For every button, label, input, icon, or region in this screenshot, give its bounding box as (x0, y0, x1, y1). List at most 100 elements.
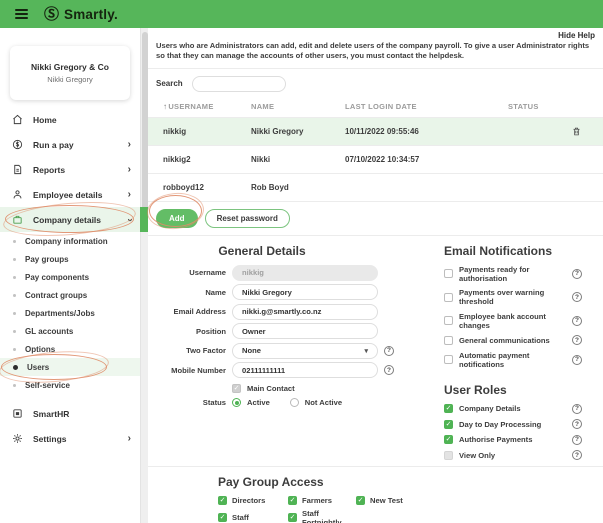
hide-help-link[interactable]: Hide Help (156, 31, 595, 40)
bullet-icon (13, 329, 16, 333)
notification-item: Automatic payment notifications ? (444, 351, 582, 369)
payments-ready-checkbox[interactable] (444, 269, 453, 278)
sidebar-subitem-gl-accounts[interactable]: GL accounts (0, 322, 140, 340)
chevron-right-icon: › (127, 163, 131, 175)
company-details-role-checkbox[interactable]: ✓ (444, 404, 453, 413)
sidebar-item-settings[interactable]: Settings › (0, 426, 140, 451)
sidebar-subitem-company-information[interactable]: Company information (0, 232, 140, 250)
position-field[interactable] (232, 323, 378, 339)
column-header-username[interactable]: ↑USERNAME (163, 102, 251, 111)
subitem-label: Self-service (25, 380, 70, 390)
table-row[interactable]: nikkig2 Nikki 07/10/2022 10:34:57 (148, 144, 603, 173)
automatic-payment-checkbox[interactable] (444, 355, 453, 364)
sidebar-item-label: Settings (33, 433, 67, 444)
pay-group-item: ✓ Staff Fortnightly (288, 508, 342, 523)
sidebar-item-company-details[interactable]: Company details › (0, 207, 148, 232)
subitem-label: Pay groups (25, 254, 69, 264)
help-icon[interactable]: ? (572, 419, 582, 429)
general-communications-checkbox[interactable] (444, 335, 453, 345)
bank-account-changes-checkbox[interactable] (444, 316, 453, 325)
sidebar-subitem-pay-groups[interactable]: Pay groups (0, 250, 140, 268)
bullet-icon (13, 383, 16, 387)
role-item: View Only ? (444, 450, 582, 460)
brand-text: Smartly. (64, 6, 118, 22)
status-not-active-label: Not Active (304, 398, 343, 407)
staff-checkbox[interactable]: ✓ (218, 513, 227, 522)
directors-checkbox[interactable]: ✓ (218, 495, 227, 505)
add-button[interactable]: Add (156, 208, 198, 228)
help-icon[interactable]: ? (572, 335, 582, 345)
sidebar-subitem-self-service[interactable]: Self-service (0, 376, 140, 394)
pay-group-item: ✓ Directors (218, 495, 266, 505)
help-icon[interactable]: ? (572, 354, 582, 365)
search-input[interactable] (191, 75, 286, 92)
help-icon[interactable]: ? (572, 315, 582, 326)
two-factor-help-icon[interactable]: ? (384, 345, 394, 356)
day-to-day-role-checkbox[interactable]: ✓ (444, 419, 453, 429)
help-icon[interactable]: ? (572, 450, 582, 460)
mobile-help-icon[interactable]: ? (384, 365, 394, 375)
subitem-label: Pay components (25, 272, 90, 282)
document-icon (11, 164, 24, 175)
sidebar: Nikki Gregory & Co Nikki Gregory Home Ru… (0, 28, 148, 523)
sidebar-subitem-departments-jobs[interactable]: Departments/Jobs (0, 304, 140, 322)
subitem-label: Users (27, 362, 50, 372)
status-not-active-radio[interactable] (289, 398, 299, 407)
help-icon[interactable]: ? (572, 434, 582, 445)
view-only-role-checkbox[interactable] (444, 450, 453, 460)
smartly-logo: Ⓢ Smartly. (44, 7, 118, 22)
authorise-payments-role-checkbox[interactable]: ✓ (444, 435, 453, 444)
sidebar-item-reports[interactable]: Reports › (0, 157, 140, 182)
mobile-field[interactable] (232, 362, 378, 378)
sidebar-subitem-contract-groups[interactable]: Contract groups (0, 286, 140, 304)
sidebar-nav: Home Run a pay › Reports › Employee deta… (0, 107, 148, 451)
hamburger-menu-icon[interactable] (15, 9, 28, 19)
column-header-name[interactable]: NAME (251, 102, 345, 111)
subitem-label: Options (25, 344, 56, 354)
user-roles-title: User Roles (444, 382, 507, 397)
column-header-last-login[interactable]: LAST LOGIN DATE (345, 102, 508, 111)
table-row[interactable]: nikkig Nikki Gregory 10/11/2022 09:55:46 (148, 116, 603, 145)
search-label: Search (156, 79, 183, 88)
pay-group-item: ✓ Farmers (288, 495, 332, 505)
notification-item: Employee bank account changes ? (444, 312, 582, 330)
help-icon[interactable]: ? (572, 292, 582, 302)
chevron-right-icon: › (127, 432, 131, 444)
sidebar-subitem-pay-components[interactable]: Pay components (0, 268, 140, 286)
status-active-radio[interactable] (232, 398, 241, 407)
name-field[interactable] (232, 284, 378, 300)
pay-group-item: ✓ Staff (218, 513, 249, 522)
reset-password-button[interactable]: Reset password (204, 208, 290, 228)
farmers-checkbox[interactable]: ✓ (288, 495, 297, 505)
sidebar-item-home[interactable]: Home (0, 107, 140, 132)
company-icon (11, 214, 24, 225)
sidebar-item-smarthr[interactable]: SmartHR (0, 401, 140, 426)
cell-username: robboyd12 (163, 182, 204, 192)
dropdown-caret-icon: ▾ (364, 347, 368, 355)
staff-fortnightly-checkbox[interactable]: ✓ (288, 513, 297, 522)
two-factor-value: None (242, 346, 261, 355)
role-item: ✓ Authorise Payments ? (444, 434, 582, 445)
sidebar-subitem-options[interactable]: Options (0, 340, 140, 358)
divider (148, 67, 603, 69)
sidebar-item-label: Employee details (33, 189, 103, 200)
company-card[interactable]: Nikki Gregory & Co Nikki Gregory (10, 46, 130, 100)
person-icon (11, 189, 24, 200)
delete-user-button[interactable] (572, 126, 603, 137)
sidebar-item-run-a-pay[interactable]: Run a pay › (0, 132, 140, 157)
help-icon[interactable]: ? (572, 268, 582, 279)
sidebar-item-employee-details[interactable]: Employee details › (0, 182, 140, 207)
cell-username: nikkig2 (163, 154, 191, 164)
column-header-status[interactable]: STATUS (508, 102, 572, 111)
two-factor-select[interactable]: None ▾ (232, 342, 378, 359)
email-field[interactable] (232, 303, 378, 320)
help-icon[interactable]: ? (572, 403, 582, 414)
new-test-checkbox[interactable]: ✓ (356, 495, 365, 505)
bullet-icon (13, 364, 18, 370)
chevron-right-icon: › (127, 188, 131, 200)
table-row[interactable]: robboyd12 Rob Boyd (148, 172, 603, 201)
payments-warning-checkbox[interactable] (444, 292, 453, 302)
sidebar-subitem-users[interactable]: Users (0, 358, 140, 376)
role-item: ✓ Company Details ? (444, 403, 582, 414)
help-text: Users who are Administrators can add, ed… (156, 41, 590, 61)
